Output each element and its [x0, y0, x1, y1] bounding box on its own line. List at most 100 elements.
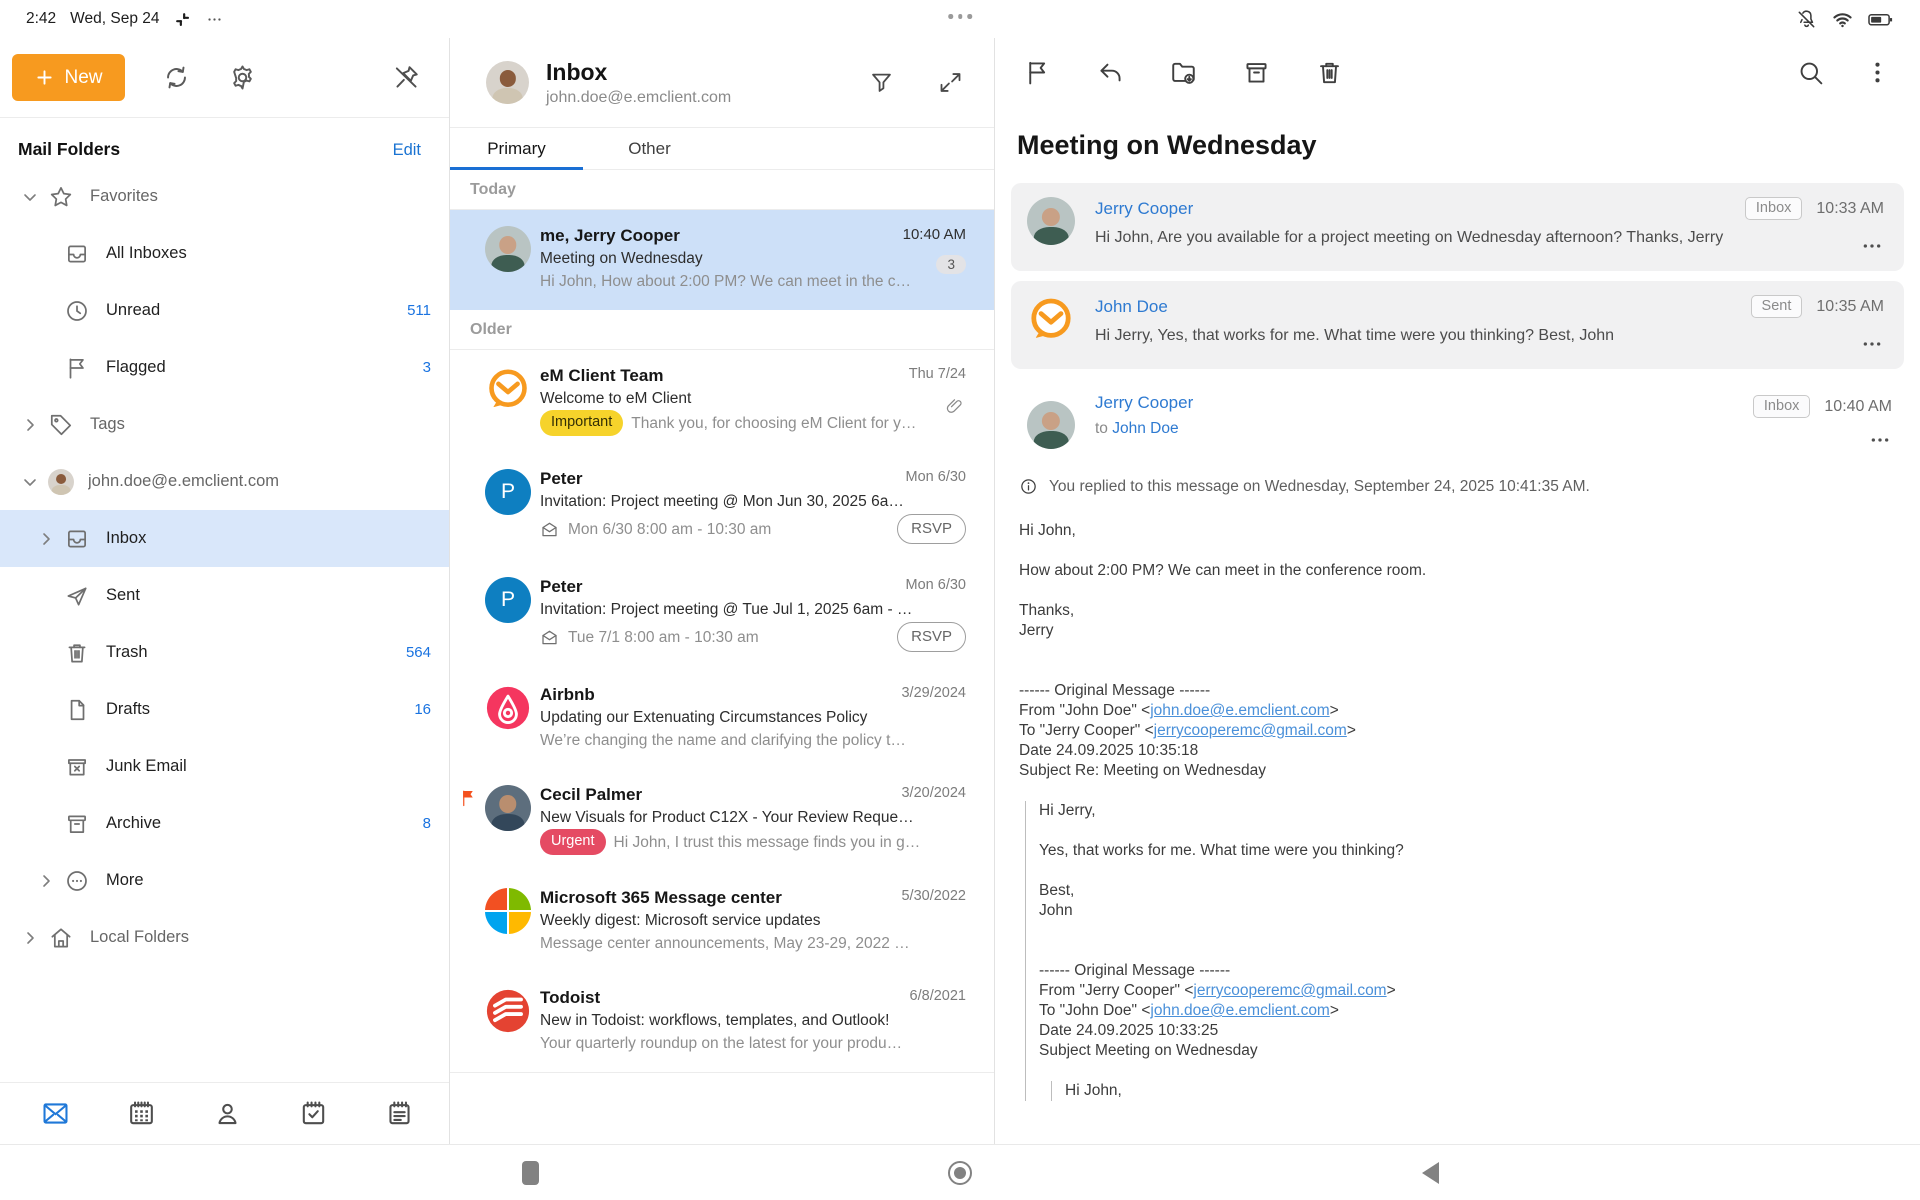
app-screen: 2:42 Wed, Sep 24 New Mail — [0, 0, 1920, 1200]
chevron-right-icon — [34, 869, 58, 893]
email-address-link[interactable]: jerrycooperemc@gmail.com — [1193, 982, 1386, 999]
email-list-item[interactable]: 10:40 AMme, Jerry CooperMeeting on Wedne… — [450, 210, 994, 310]
home-button[interactable] — [932, 1145, 988, 1200]
settings-button[interactable] — [228, 63, 257, 92]
sidebar-group-favorites[interactable]: Favorites — [0, 168, 449, 225]
tab-other[interactable]: Other — [583, 128, 716, 169]
replied-info-banner: You replied to this message on Wednesday… — [1019, 477, 1898, 496]
email-list-item[interactable]: PMon 6/30PeterInvitation: Project meetin… — [450, 561, 994, 669]
sidebar-item-unread[interactable]: Unread511 — [0, 282, 449, 339]
email-subject: New Visuals for Product C12X - Your Revi… — [540, 806, 966, 829]
app-body: New Mail Folders Edit FavoritesAll Inbox… — [0, 38, 1920, 1145]
app-tab-contacts[interactable] — [212, 1098, 243, 1129]
account-avatar[interactable] — [486, 61, 529, 104]
folder-badge: Inbox — [1753, 395, 1810, 418]
unpin-sidebar-button[interactable] — [392, 63, 421, 92]
sidebar-group-tags[interactable]: Tags — [0, 396, 449, 453]
email-preview: Message center announcements, May 23-29,… — [540, 932, 910, 955]
app-tab-calendar[interactable] — [126, 1098, 157, 1129]
edit-folders-link[interactable]: Edit — [393, 141, 421, 160]
sidebar-item-archive[interactable]: Archive8 — [0, 795, 449, 852]
sidebar-item-drafts[interactable]: Drafts16 — [0, 681, 449, 738]
status-clock: 2:42 — [26, 10, 56, 28]
refresh-button[interactable] — [162, 63, 191, 92]
mailbox-title: Inbox — [546, 59, 731, 86]
email-address-link[interactable]: john.doe@e.emclient.com — [1150, 702, 1329, 719]
more-icon — [64, 868, 90, 894]
archive-button[interactable] — [1242, 58, 1271, 87]
back-button[interactable] — [1402, 1145, 1458, 1200]
new-button[interactable]: New — [12, 54, 125, 101]
clock-icon — [64, 298, 90, 324]
move-to-folder-button[interactable] — [1169, 58, 1198, 87]
avatar — [1027, 401, 1075, 449]
email-preview: Hi John, I trust this message finds you … — [614, 831, 921, 854]
message-sender[interactable]: Jerry Cooper — [1095, 199, 1193, 219]
email-address-link[interactable]: john.doe@e.emclient.com — [1150, 1002, 1329, 1019]
app-tab-tasks[interactable] — [298, 1098, 329, 1129]
sidebar-item-more[interactable]: More — [0, 852, 449, 909]
folder-badge: Inbox — [1745, 197, 1802, 220]
search-button[interactable] — [1796, 58, 1825, 87]
message-menu-button[interactable] — [1862, 241, 1882, 251]
expand-pane-button[interactable] — [937, 69, 964, 96]
message-time: 10:40 AM — [1824, 398, 1892, 416]
label-badge-urgent: Urgent — [540, 829, 606, 855]
sidebar-group-john-doe-e-emclient-com[interactable]: john.doe@e.emclient.com — [0, 453, 449, 510]
label-badge-important: Important — [540, 410, 623, 436]
more-menu-button[interactable] — [1863, 58, 1892, 87]
email-preview: We’re changing the name and clarifying t… — [540, 729, 906, 752]
sidebar-item-inbox[interactable]: Inbox — [0, 510, 449, 567]
item-count: 8 — [423, 815, 431, 832]
message-list-pane: Inbox john.doe@e.emclient.com PrimaryOth… — [450, 38, 995, 1144]
message-time: 10:35 AM — [1816, 298, 1884, 316]
email-list-item[interactable]: PMon 6/30PeterInvitation: Project meetin… — [450, 453, 994, 561]
recents-button[interactable] — [502, 1145, 558, 1200]
filter-button[interactable] — [868, 69, 895, 96]
reply-button[interactable] — [1096, 58, 1125, 87]
flag-icon — [64, 355, 90, 381]
message-sender[interactable]: John Doe — [1095, 297, 1168, 317]
tag-icon — [48, 412, 74, 438]
message-header[interactable]: Jerry Cooperto John DoeInbox10:40 AM — [1011, 391, 1898, 453]
app-tab-notes[interactable] — [384, 1098, 415, 1129]
sidebar-item-flagged[interactable]: Flagged3 — [0, 339, 449, 396]
email-date: 3/29/2024 — [901, 685, 966, 701]
sidebar-item-sent[interactable]: Sent — [0, 567, 449, 624]
email-list-item[interactable]: 5/30/2022Microsoft 365 Message centerWee… — [450, 872, 994, 972]
avatar-initial: P — [485, 577, 531, 623]
app-tab-mail[interactable] — [40, 1098, 71, 1129]
wifi-icon — [1831, 8, 1854, 31]
message-menu-button[interactable] — [1862, 339, 1882, 349]
tab-primary[interactable]: Primary — [450, 128, 583, 169]
sidebar-item-junk-email[interactable]: Junk Email — [0, 738, 449, 795]
email-sender: Peter — [540, 575, 966, 598]
star-icon — [48, 184, 74, 210]
window-handle-icon[interactable] — [948, 14, 972, 19]
collapsed-message[interactable]: John DoeSent10:35 AMHi Jerry, Yes, that … — [1011, 281, 1904, 369]
email-date: 3/20/2024 — [901, 785, 966, 801]
rsvp-button[interactable]: RSVP — [897, 514, 966, 544]
recipient-link[interactable]: John Doe — [1112, 420, 1178, 437]
sidebar-item-trash[interactable]: Trash564 — [0, 624, 449, 681]
message-menu-button[interactable] — [1870, 435, 1890, 445]
sidebar-item-label: Sent — [106, 586, 140, 605]
delete-button[interactable] — [1315, 58, 1344, 87]
avatar — [485, 785, 531, 831]
email-address-link[interactable]: jerrycooperemc@gmail.com — [1154, 722, 1347, 739]
meeting-time: Mon 6/30 8:00 am - 10:30 am — [568, 518, 771, 541]
avatar-initial: P — [485, 469, 531, 515]
email-list-item[interactable]: 3/20/2024Cecil PalmerNew Visuals for Pro… — [450, 769, 994, 872]
email-list-item[interactable]: 6/8/2021TodoistNew in Todoist: workflows… — [450, 972, 994, 1073]
rsvp-button[interactable]: RSVP — [897, 622, 966, 652]
invite-icon — [540, 520, 559, 539]
all-inboxes-icon — [64, 526, 90, 552]
sidebar-item-all-inboxes[interactable]: All Inboxes — [0, 225, 449, 282]
flag-button[interactable] — [1023, 58, 1052, 87]
email-list-item[interactable]: Thu 7/24eM Client TeamWelcome to eM Clie… — [450, 350, 994, 453]
collapsed-message[interactable]: Jerry CooperInbox10:33 AMHi John, Are yo… — [1011, 183, 1904, 271]
list-group-label: Older — [450, 310, 994, 350]
trash-icon — [64, 640, 90, 666]
email-list-item[interactable]: 3/29/2024AirbnbUpdating our Extenuating … — [450, 669, 994, 769]
sidebar-group-local-folders[interactable]: Local Folders — [0, 909, 449, 966]
